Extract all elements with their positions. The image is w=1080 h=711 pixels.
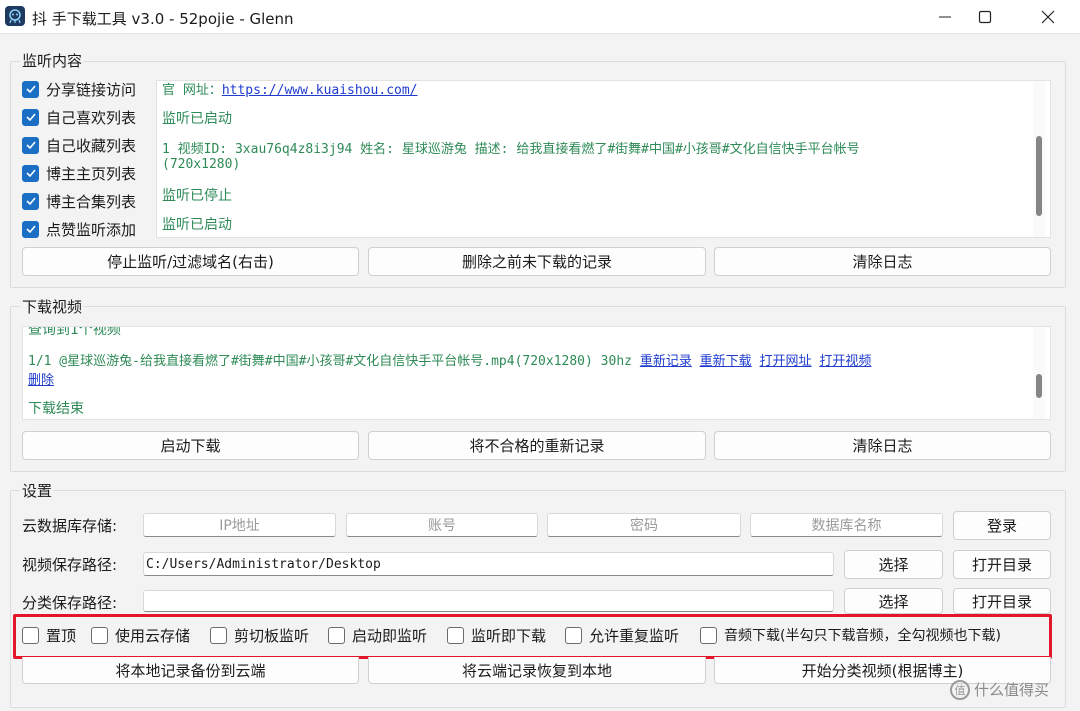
open-video-dir-button[interactable]: 打开目录 [953, 550, 1051, 579]
download-log-scrollbar[interactable] [1033, 327, 1045, 419]
checkbox-blogger-home[interactable]: 博主主页列表 [22, 161, 136, 185]
delete-link[interactable]: 删除 [28, 373, 54, 388]
app-logo-icon [5, 6, 25, 26]
watermark: 值什么值得买 [950, 679, 1049, 700]
checkbox-label: 博主合集列表 [46, 192, 137, 211]
log-line: 监听已启动 [162, 217, 232, 233]
log-line: 监听已启动 [162, 111, 232, 127]
select-video-path-button[interactable]: 选择 [844, 550, 943, 579]
open-video-link[interactable]: 打开视频 [819, 354, 871, 369]
checkbox-checked-icon [22, 164, 39, 182]
scrollbar-thumb[interactable] [1036, 136, 1042, 216]
close-button[interactable] [1021, 0, 1075, 34]
log-line: 删除 [28, 369, 54, 388]
maximize-button[interactable] [958, 0, 1012, 34]
checkbox-label: 点赞监听添加 [46, 220, 137, 239]
monitor-log[interactable]: 官 网址：https://www.kuaishou.com/ 监听已启动 1 视… [156, 80, 1051, 238]
window-title: 抖 手下载工具 v3.0 - 52pojie - Glenn [32, 10, 294, 28]
log-line: 1 视频ID: 3xau76q4z8i3j94 姓名: 星球巡游兔 描述: 给我… [162, 142, 860, 157]
checkbox-label: 博主主页列表 [46, 164, 137, 183]
watermark-text: 什么值得买 [974, 681, 1050, 699]
backup-to-cloud-button[interactable]: 将本地记录备份到云端 [22, 657, 359, 684]
password-input[interactable]: 密码 [547, 513, 741, 537]
ip-address-input[interactable]: IP地址 [143, 513, 336, 537]
checkbox-label: 分享链接访问 [46, 80, 137, 99]
delete-undownloaded-button[interactable]: 删除之前未下载的记录 [368, 247, 706, 276]
close-icon [1041, 10, 1055, 24]
app-window: 抖 手下载工具 v3.0 - 52pojie - Glenn 监听内容 分享链接… [0, 0, 1080, 711]
video-path-input[interactable]: C:/Users/Administrator/Desktop [143, 552, 834, 576]
category-path-input[interactable] [143, 590, 834, 612]
checkbox-like-monitor[interactable]: 点赞监听添加 [22, 217, 136, 241]
monitor-log-scrollbar[interactable] [1033, 81, 1045, 237]
log-line: 1/1 @星球巡游兔-给我直接看燃了#街舞#中国#小孩哥#文化自信快手平台帐号.… [28, 354, 872, 369]
select-category-path-button[interactable]: 选择 [844, 588, 943, 614]
settings-group-title: 设置 [20, 480, 55, 501]
download-group-title: 下载视频 [20, 296, 85, 317]
title-bar: 抖 手下载工具 v3.0 - 52pojie - Glenn [0, 0, 1080, 34]
re-record-link[interactable]: 重新记录 [640, 354, 692, 369]
checkbox-checked-icon [22, 80, 39, 98]
login-button[interactable]: 登录 [953, 511, 1051, 540]
re-download-link[interactable]: 重新下载 [700, 354, 752, 369]
checkbox-blogger-collection[interactable]: 博主合集列表 [22, 189, 136, 213]
checkbox-checked-icon [22, 220, 39, 238]
cloud-db-label: 云数据库存储: [22, 517, 118, 535]
start-download-button[interactable]: 启动下载 [22, 431, 359, 460]
clear-download-log-button[interactable]: 清除日志 [714, 431, 1051, 460]
highlight-box [13, 614, 1052, 659]
scrollbar-thumb[interactable] [1036, 374, 1042, 398]
db-name-input[interactable]: 数据库名称 [750, 513, 943, 537]
clear-monitor-log-button[interactable]: 清除日志 [714, 247, 1051, 276]
checkbox-share-link[interactable]: 分享链接访问 [22, 77, 136, 101]
monitor-group-title: 监听内容 [20, 50, 85, 71]
minimize-icon [939, 16, 951, 18]
log-line: (720x1280) [162, 157, 241, 172]
checkbox-label: 自己收藏列表 [46, 136, 137, 155]
open-url-link[interactable]: 打开网址 [760, 354, 812, 369]
checkbox-checked-icon [22, 108, 39, 126]
re-record-unqualified-button[interactable]: 将不合格的重新记录 [368, 431, 706, 460]
account-input[interactable]: 账号 [346, 513, 538, 537]
log-line: 监听已停止 [162, 188, 232, 204]
log-line: 下载结束 [28, 401, 84, 417]
restore-from-cloud-button[interactable]: 将云端记录恢复到本地 [368, 657, 706, 684]
open-category-dir-button[interactable]: 打开目录 [953, 588, 1051, 614]
checkbox-label: 自己喜欢列表 [46, 108, 137, 127]
checkbox-my-likes[interactable]: 自己喜欢列表 [22, 105, 136, 129]
watermark-logo-icon: 值 [950, 679, 970, 700]
download-log[interactable]: 查询到1个视频 1/1 @星球巡游兔-给我直接看燃了#街舞#中国#小孩哥#文化自… [22, 326, 1051, 420]
category-path-label: 分类保存路径: [22, 594, 118, 612]
checkbox-checked-icon [22, 192, 39, 210]
log-line: 查询到1个视频 [28, 326, 121, 338]
kuaishou-link[interactable]: https://www.kuaishou.com/ [222, 83, 418, 98]
stop-monitor-button[interactable]: 停止监听/过滤域名(右击) [22, 247, 359, 276]
checkbox-checked-icon [22, 136, 39, 154]
log-line: 官 网址：https://www.kuaishou.com/ [162, 83, 418, 98]
video-path-label: 视频保存路径: [22, 556, 118, 574]
maximize-icon [978, 10, 992, 24]
checkbox-my-favorites[interactable]: 自己收藏列表 [22, 133, 136, 157]
